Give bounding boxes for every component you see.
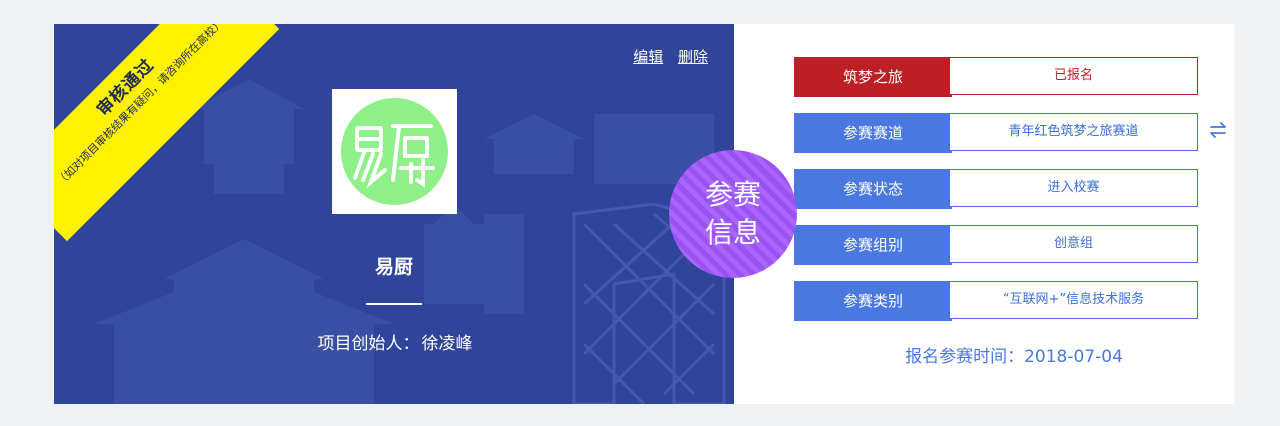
- project-name: 易厨: [374, 256, 413, 278]
- info-row-value: 已报名: [949, 57, 1198, 95]
- info-row-value: 创意组: [949, 225, 1198, 263]
- info-row-value: “互联网+”信息技术服务: [949, 281, 1198, 319]
- info-row-dream-journey: 筑梦之旅 已报名: [794, 57, 1198, 97]
- founder-name: 徐凌峰: [421, 334, 473, 354]
- project-panel: 审核通过 （如对项目审核结果有疑问，请咨询所在高校） 编辑 删除 易厨 项目创始…: [54, 24, 734, 404]
- project-founder: 项目创始人： 徐凌峰: [254, 329, 534, 354]
- info-row-label: 参赛组别: [794, 225, 952, 265]
- project-logo: [332, 89, 457, 214]
- project-card: 审核通过 （如对项目审核结果有疑问，请咨询所在高校） 编辑 删除 易厨 项目创始…: [54, 24, 1234, 404]
- info-row-label: 参赛状态: [794, 169, 952, 209]
- info-row-label: 筑梦之旅: [794, 57, 952, 97]
- info-row-group: 参赛组别 创意组: [794, 225, 1198, 265]
- badge-line-2: 信息: [704, 216, 761, 249]
- info-row-status: 参赛状态 进入校赛: [794, 169, 1198, 209]
- badge-line-1: 参赛: [704, 178, 761, 211]
- founder-label: 项目创始人：: [317, 334, 420, 354]
- registration-time: 报名参赛时间：2018-07-04: [794, 342, 1234, 367]
- registration-time-value: 2018-07-04: [1024, 347, 1123, 367]
- info-row-label: 参赛赛道: [794, 113, 952, 153]
- info-row-track: 参赛赛道 青年红色筑梦之旅赛道: [794, 113, 1198, 153]
- info-row-category: 参赛类别 “互联网+”信息技术服务: [794, 281, 1198, 321]
- info-row-label: 参赛类别: [794, 281, 952, 321]
- info-row-value: 进入校赛: [949, 169, 1198, 207]
- registration-time-label: 报名参赛时间：: [905, 347, 1025, 367]
- card-actions: 编辑 删除: [623, 46, 708, 67]
- swap-arrows-icon[interactable]: [1208, 120, 1228, 140]
- edit-link[interactable]: 编辑: [633, 48, 663, 66]
- name-divider: [366, 303, 422, 305]
- project-logo-mark: [341, 98, 448, 205]
- delete-link[interactable]: 删除: [678, 48, 708, 66]
- logo-glyph-icon: [353, 124, 435, 189]
- competition-info-badge: 参赛 信息: [669, 150, 797, 278]
- info-row-value: 青年红色筑梦之旅赛道: [949, 113, 1198, 151]
